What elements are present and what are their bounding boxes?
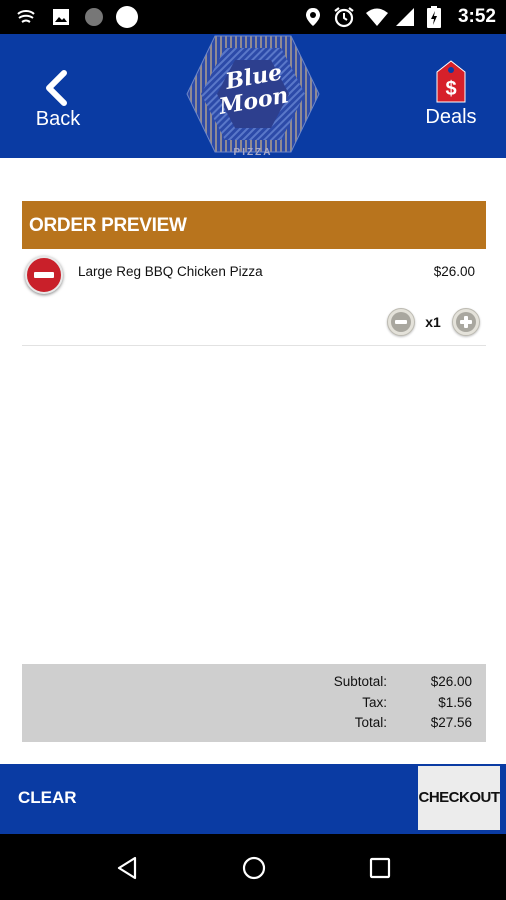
total-row: Total: $27.56	[22, 715, 486, 735]
minus-circle-icon	[391, 312, 411, 332]
clear-button[interactable]: CLEAR	[18, 788, 77, 808]
chevron-left-icon	[42, 70, 70, 111]
status-bar: 3:52	[0, 0, 506, 34]
checkout-button[interactable]: CHECKOUT	[418, 766, 500, 830]
wifi-icon	[364, 0, 390, 34]
location-icon	[303, 0, 323, 34]
item-quantity: x1	[425, 314, 441, 330]
battery-icon	[424, 0, 444, 34]
blue-moon-pizza-logo[interactable]: Blue Moon PIZZA	[185, 34, 321, 158]
status-clock: 3:52	[457, 6, 496, 27]
tax-label: Tax:	[362, 695, 387, 710]
image-icon	[50, 0, 72, 34]
recents-square-icon[interactable]	[369, 857, 391, 884]
order-totals: Subtotal: $26.00 Tax: $1.56 Total: $27.5…	[22, 664, 486, 742]
alarm-icon	[332, 0, 356, 34]
item-price: $26.00	[433, 264, 475, 279]
notification-icon	[14, 0, 38, 34]
home-circle-icon[interactable]	[242, 856, 266, 885]
tax-row: Tax: $1.56	[22, 695, 486, 715]
item-divider	[22, 345, 486, 346]
subtotal-label: Subtotal:	[333, 674, 387, 689]
decrease-quantity-button[interactable]	[387, 308, 415, 336]
deals-label: Deals	[425, 106, 477, 128]
minus-icon	[34, 272, 54, 278]
item-name: Large Reg BBQ Chicken Pizza	[78, 264, 263, 279]
svg-text:$: $	[445, 78, 456, 100]
order-preview-header: ORDER PREVIEW	[22, 201, 486, 249]
back-button[interactable]: Back	[26, 34, 90, 134]
system-nav-bar	[0, 834, 506, 900]
tax-value: $1.56	[438, 695, 472, 710]
deals-button[interactable]: $ Deals	[416, 60, 486, 135]
back-label: Back	[35, 108, 81, 130]
circle-icon	[82, 0, 106, 34]
plus-circle-icon	[456, 312, 476, 332]
price-tag-icon: $	[435, 60, 467, 109]
total-value: $27.56	[430, 715, 472, 730]
signal-icon	[394, 0, 416, 34]
subtotal-row: Subtotal: $26.00	[22, 674, 486, 694]
back-triangle-icon[interactable]	[116, 856, 138, 885]
remove-item-button[interactable]	[25, 256, 63, 294]
circle-filled-icon	[114, 0, 140, 34]
logo-subtitle: PIZZA	[234, 147, 273, 158]
subtotal-value: $26.00	[430, 674, 472, 689]
total-label: Total:	[354, 715, 387, 730]
increase-quantity-button[interactable]	[452, 308, 480, 336]
